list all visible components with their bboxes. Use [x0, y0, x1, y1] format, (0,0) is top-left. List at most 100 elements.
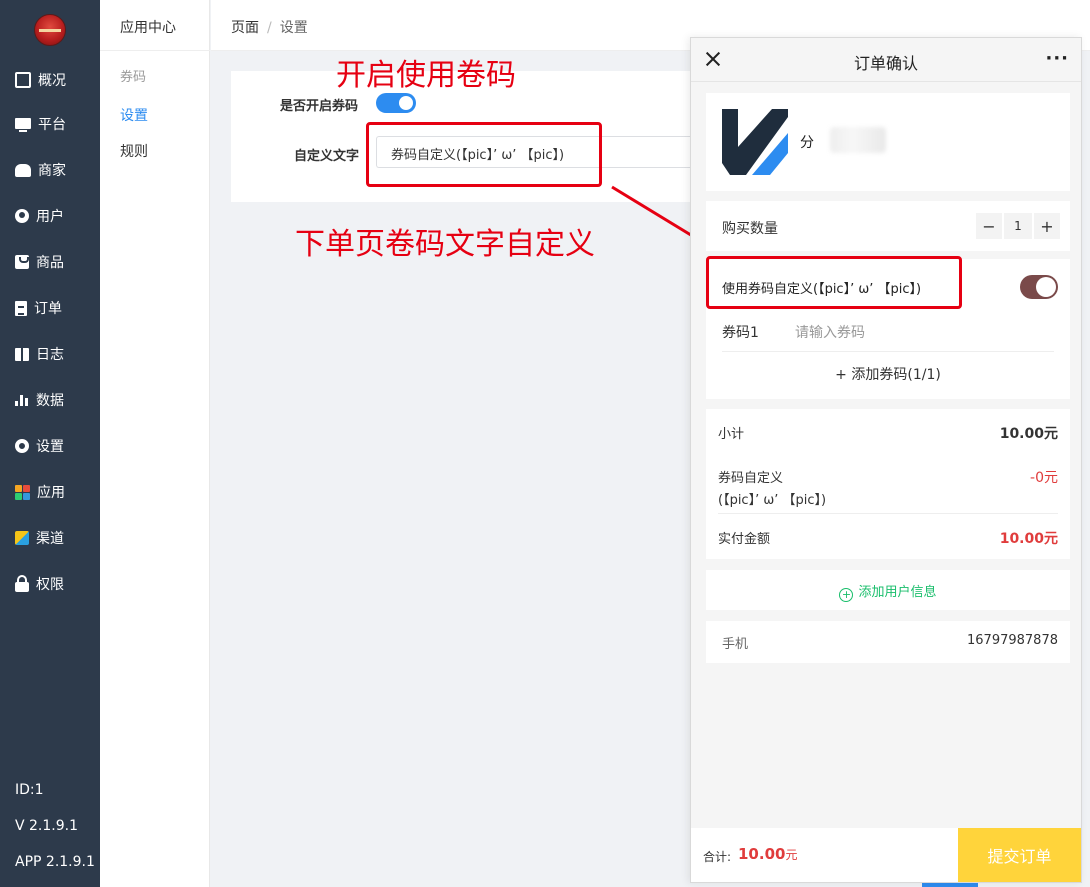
sidebar-item-label: 商家: [38, 163, 66, 179]
sidebar-item-data[interactable]: 数据: [0, 385, 100, 415]
phone-field-label: 手机: [722, 637, 749, 652]
sidebar-item-label: 设置: [36, 439, 64, 455]
discount-label-line2: (【pic】’ ω’ 【pic】): [718, 493, 827, 508]
product-panel: 分: [706, 93, 1070, 191]
submenu-title: 应用中心: [120, 20, 176, 36]
annotation-custom-note: 下单页卷码文字自定义: [295, 227, 595, 262]
sidebar-item-label: 权限: [36, 577, 64, 593]
monitor-icon: [15, 117, 31, 132]
quantity-plus-button[interactable]: +: [1034, 213, 1060, 239]
sidebar-item-label: 应用: [37, 485, 65, 501]
app-grid-icon: [15, 484, 30, 500]
add-coupon-button[interactable]: + 添加券码(1/1): [706, 364, 1070, 384]
paid-label: 实付金额: [718, 532, 771, 547]
system-id: ID:1: [15, 782, 44, 798]
submenu-group-coupon: 券码: [120, 70, 147, 85]
phone-field-value[interactable]: 16797987878: [967, 633, 1058, 648]
subtotal-value: 10.00元: [999, 426, 1058, 442]
total-unit: 元: [785, 848, 798, 862]
sidebar-item-log[interactable]: 日志: [0, 339, 100, 369]
add-user-info-panel: + 添加用户信息: [706, 570, 1070, 610]
order-doc-icon: [15, 300, 27, 316]
quantity-stepper: − 1 +: [976, 213, 1060, 239]
add-user-info-label: 添加用户信息: [858, 585, 937, 600]
order-confirm-title: 订单确认: [853, 54, 918, 73]
log-book-icon: [15, 347, 29, 361]
app-version: APP 2.1.9.1: [15, 854, 95, 870]
discount-value: -0元: [1030, 470, 1058, 486]
sidebar-item-platform[interactable]: 平台: [0, 109, 100, 139]
sidebar-item-label: 平台: [38, 117, 66, 133]
coupon-toggle-switch[interactable]: [1020, 275, 1058, 299]
product-logo-icon: [722, 109, 788, 175]
sidebar: 概况 平台 商家 用户 商品 订单 日志 数据 设置 应用 渠道 权限 ID:1…: [0, 0, 100, 887]
discount-label-line1: 券码自定义: [718, 471, 784, 486]
sidebar-item-label: 日志: [36, 347, 64, 363]
shop-icon: [15, 163, 31, 177]
sidebar-item-merchant[interactable]: 商家: [0, 155, 100, 185]
chart-wave-icon: [15, 72, 31, 88]
discount-row: 券码自定义 (【pic】’ ω’ 【pic】) -0元: [718, 467, 1058, 508]
add-circle-icon: +: [839, 588, 854, 602]
sidebar-item-settings[interactable]: 设置: [0, 431, 100, 461]
phone-field-panel: 手机 16797987878: [706, 621, 1070, 663]
quantity-minus-button[interactable]: −: [976, 213, 1002, 239]
total-amount: 10.00元: [738, 845, 797, 863]
enable-coupon-switch[interactable]: [376, 93, 416, 113]
submit-order-button[interactable]: 提交订单: [958, 828, 1081, 882]
coupon-code-label: 券码1: [722, 325, 759, 341]
breadcrumb: 页面 / 设置: [231, 17, 308, 37]
breadcrumb-root[interactable]: 页面: [231, 20, 259, 36]
sidebar-item-order[interactable]: 订单: [0, 293, 100, 323]
more-icon[interactable]: ···: [1045, 48, 1069, 69]
blurred-product-name: [830, 127, 886, 153]
sidebar-item-label: 商品: [36, 255, 64, 271]
sidebar-item-label: 概况: [38, 73, 66, 89]
bar-chart-icon: [15, 394, 29, 406]
paid-value: 10.00元: [999, 531, 1058, 547]
sidebar-item-label: 数据: [36, 393, 64, 409]
user-icon: [15, 209, 29, 223]
submenu: 应用中心 券码 设置 规则: [100, 0, 210, 887]
submenu-link-rules[interactable]: 规则: [120, 141, 148, 161]
coupon-code-row: 券码1 请输入券码: [722, 322, 1054, 352]
product-box-icon: [15, 255, 29, 269]
phone-header: 订单确认 ···: [691, 38, 1081, 82]
phone-footer: 合计: 10.00元 提交订单: [691, 828, 1081, 882]
annotation-box-coupon-toggle: [706, 256, 962, 309]
quantity-label: 购买数量: [722, 221, 778, 237]
submenu-link-settings[interactable]: 设置: [120, 105, 148, 125]
sidebar-item-permission[interactable]: 权限: [0, 569, 100, 599]
phone-preview: 订单确认 ··· 分 购买数量 − 1 + 使用券码自定义(【pic】’ ω’ …: [690, 37, 1082, 883]
sidebar-item-label: 用户: [36, 209, 64, 225]
summary-panel: 小计 10.00元 券码自定义 (【pic】’ ω’ 【pic】) -0元 实付…: [706, 409, 1070, 559]
add-user-info-button[interactable]: + 添加用户信息: [706, 581, 1070, 602]
submenu-divider: [100, 50, 210, 51]
sidebar-item-product[interactable]: 商品: [0, 247, 100, 277]
sidebar-item-channel[interactable]: 渠道: [0, 523, 100, 553]
lock-icon: [15, 575, 29, 592]
quantity-panel: 购买数量 − 1 +: [706, 201, 1070, 251]
gear-icon: [15, 439, 29, 453]
total-label: 合计:: [703, 850, 732, 864]
paid-row: 实付金额 10.00元: [718, 528, 1058, 547]
sidebar-item-label: 渠道: [36, 531, 64, 547]
product-name: 分: [800, 135, 814, 151]
annotation-box-input: [366, 122, 602, 187]
sidebar-item-user[interactable]: 用户: [0, 201, 100, 231]
annotation-enable-note: 开启使用卷码: [336, 58, 516, 93]
sidebar-item-apps[interactable]: 应用: [0, 477, 100, 507]
sidebar-item-label: 订单: [34, 301, 62, 317]
subtotal-row: 小计 10.00元: [718, 423, 1058, 442]
total-value: 10.00: [738, 845, 786, 863]
coupon-code-input[interactable]: 请输入券码: [795, 322, 865, 342]
brand-logo[interactable]: [34, 14, 66, 46]
system-version: V 2.1.9.1: [15, 818, 79, 834]
channel-cube-icon: [15, 531, 29, 545]
subtotal-label: 小计: [718, 427, 745, 442]
custom-text-label: 自定义文字: [294, 149, 360, 164]
sidebar-item-overview[interactable]: 概况: [0, 65, 100, 95]
breadcrumb-separator: /: [267, 20, 272, 36]
summary-divider: [718, 513, 1058, 514]
quantity-value[interactable]: 1: [1004, 213, 1032, 239]
